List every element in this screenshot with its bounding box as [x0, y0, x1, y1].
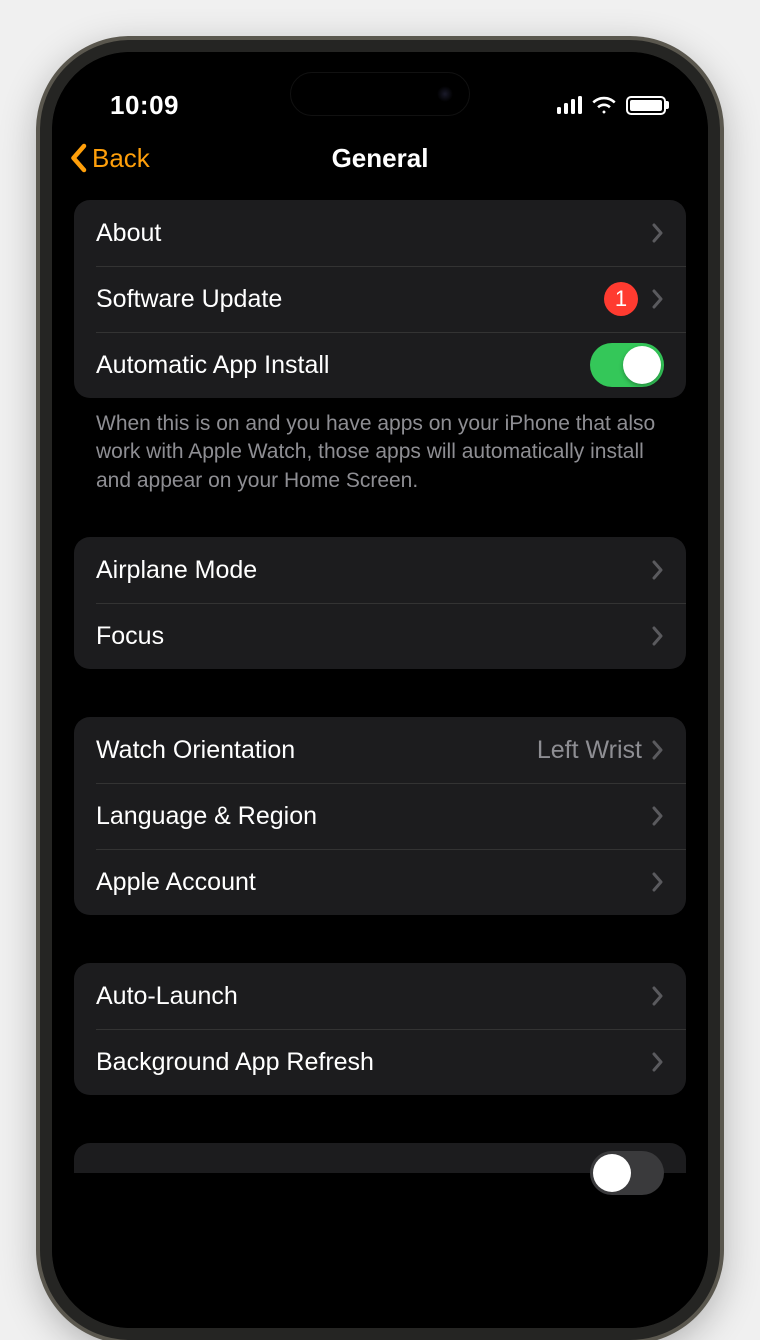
row-label: About [96, 219, 652, 248]
row-label: Software Update [96, 285, 604, 314]
row-label: Airplane Mode [96, 556, 652, 585]
automatic-app-install-row: Automatic App Install [74, 332, 686, 398]
row-label: Auto-Launch [96, 982, 652, 1011]
settings-group-2: Airplane Mode Focus [74, 537, 686, 669]
toggle-off[interactable] [590, 1151, 664, 1195]
battery-icon [626, 96, 666, 115]
about-row[interactable]: About [74, 200, 686, 266]
row-label: Watch Orientation [96, 736, 537, 765]
auto-launch-row[interactable]: Auto-Launch [74, 963, 686, 1029]
status-time: 10:09 [110, 90, 179, 121]
automatic-app-install-toggle[interactable] [590, 343, 664, 387]
back-button[interactable]: Back [68, 143, 150, 174]
row-label: Background App Refresh [96, 1048, 652, 1077]
row-value: Left Wrist [537, 736, 642, 765]
focus-row[interactable]: Focus [74, 603, 686, 669]
airplane-mode-row[interactable]: Airplane Mode [74, 537, 686, 603]
content: About Software Update 1 Automatic App In… [52, 188, 708, 1328]
row-label: Automatic App Install [96, 351, 590, 380]
settings-group-4: Auto-Launch Background App Refresh [74, 963, 686, 1095]
chevron-right-icon [652, 289, 664, 309]
chevron-right-icon [652, 806, 664, 826]
row-label: Focus [96, 622, 652, 651]
settings-group-5-partial [74, 1143, 686, 1173]
group-footer-text: When this is on and you have apps on you… [74, 398, 686, 495]
software-update-row[interactable]: Software Update 1 [74, 266, 686, 332]
settings-group-1: About Software Update 1 Automatic App In… [74, 200, 686, 398]
language-region-row[interactable]: Language & Region [74, 783, 686, 849]
back-label: Back [92, 143, 150, 174]
dynamic-island [290, 72, 470, 116]
settings-group-3: Watch Orientation Left Wrist Language & … [74, 717, 686, 915]
toggle-knob [623, 346, 661, 384]
status-right [557, 95, 667, 115]
update-badge: 1 [604, 282, 638, 316]
nav-bar: Back General [52, 132, 708, 188]
cell-signal-icon [557, 96, 583, 114]
chevron-right-icon [652, 560, 664, 580]
chevron-left-icon [68, 143, 88, 173]
chevron-right-icon [652, 740, 664, 760]
background-app-refresh-row[interactable]: Background App Refresh [74, 1029, 686, 1095]
chevron-right-icon [652, 223, 664, 243]
phone-frame: 10:09 Back General [40, 40, 720, 1340]
wifi-icon [591, 95, 617, 115]
row-label: Language & Region [96, 802, 652, 831]
row-label: Apple Account [96, 868, 652, 897]
chevron-right-icon [652, 986, 664, 1006]
page-title: General [332, 143, 429, 174]
chevron-right-icon [652, 626, 664, 646]
chevron-right-icon [652, 1052, 664, 1072]
screen: 10:09 Back General [52, 52, 708, 1328]
apple-account-row[interactable]: Apple Account [74, 849, 686, 915]
chevron-right-icon [652, 872, 664, 892]
watch-orientation-row[interactable]: Watch Orientation Left Wrist [74, 717, 686, 783]
